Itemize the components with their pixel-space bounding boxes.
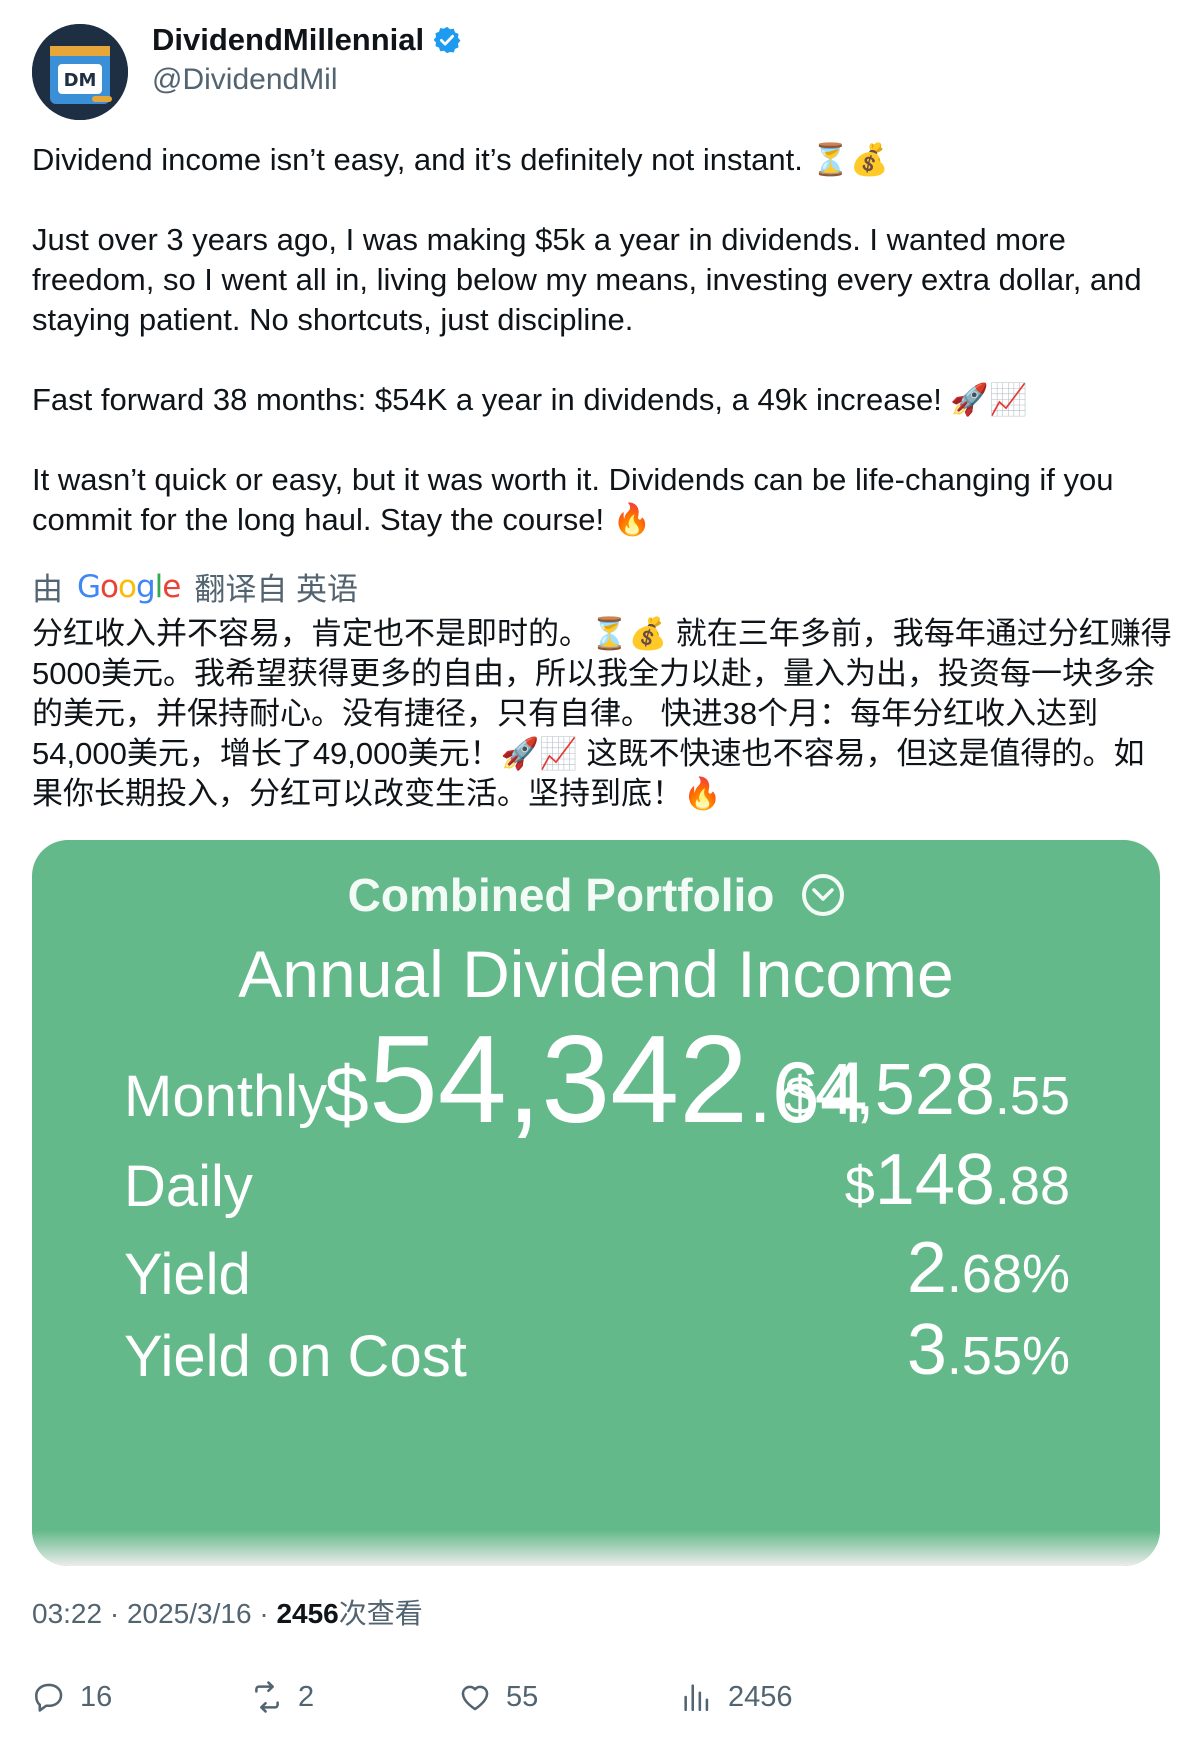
meta-separator: ·: [251, 1598, 277, 1629]
translated-text: 分红收入并不容易，肯定也不是即时的。⏳💰 就在三年多前，我每年通过分红赚得500…: [32, 616, 1172, 811]
reply-button[interactable]: 16: [32, 1680, 112, 1714]
media-bottom-edge: [32, 1530, 1160, 1566]
tweet-time[interactable]: 03:22: [32, 1598, 102, 1629]
views-button[interactable]: 2456: [680, 1680, 793, 1714]
verified-badge-icon: [433, 26, 461, 54]
like-button[interactable]: 55: [458, 1680, 538, 1714]
author-name-row[interactable]: DividendMillennial: [152, 22, 462, 58]
stat-label: Monthly: [124, 1064, 328, 1129]
translation-attribution: 由 Google 翻译自 英语: [32, 564, 358, 609]
repost-icon: [255, 1681, 279, 1713]
repost-count: 2: [298, 1680, 315, 1713]
like-count: 55: [506, 1680, 539, 1713]
chevron-down-icon: [802, 874, 845, 916]
google-logo[interactable]: Google: [77, 569, 181, 605]
avatar-logo-icon: DM: [32, 24, 128, 120]
card-title: Combined Portfolio: [347, 869, 775, 921]
reply-icon: [34, 1683, 63, 1712]
bar-chart-icon: [684, 1684, 709, 1712]
stat-value: 3.55%: [906, 1310, 1070, 1390]
meta-separator: ·: [102, 1598, 127, 1629]
svg-text:DM: DM: [64, 70, 97, 91]
avatar[interactable]: DM: [32, 24, 128, 120]
action-bar: 16 2 55 2456: [32, 1680, 1172, 1724]
stat-row-yield-on-cost: Yield on Cost 3.55%: [124, 1306, 1070, 1386]
stat-row-monthly: Monthly $4,528.55: [124, 1046, 1070, 1126]
stat-value: $148.88: [844, 1140, 1070, 1220]
display-name[interactable]: DividendMillennial: [152, 22, 424, 58]
stat-row-daily: Daily $148.88: [124, 1136, 1070, 1216]
translation-suffix: 翻译自 英语: [194, 572, 358, 607]
repost-button[interactable]: 2: [250, 1680, 314, 1714]
card-subtitle: Annual Dividend Income: [238, 937, 954, 1011]
stat-row-yield: Yield 2.68%: [124, 1224, 1070, 1304]
tweet-text: Dividend income isn’t easy, and it’s def…: [32, 142, 1142, 537]
author-handle[interactable]: @DividendMil: [152, 63, 338, 97]
tweet-media-image[interactable]: Combined Portfolio Annual Dividend Incom…: [32, 840, 1160, 1566]
portfolio-selector: Combined Portfolio: [32, 868, 1160, 922]
translation-prefix: 由: [32, 572, 63, 607]
views-count: 2456: [728, 1680, 793, 1713]
stat-label: Yield on Cost: [124, 1324, 467, 1389]
stat-value: 2.68%: [906, 1228, 1070, 1308]
reply-count: 16: [80, 1680, 113, 1713]
tweet-date[interactable]: 2025/3/16: [127, 1598, 252, 1629]
stat-value: $4,528.55: [784, 1050, 1070, 1130]
view-count: 2456: [276, 1598, 339, 1629]
stat-label: Yield: [124, 1242, 251, 1307]
view-count-label: 次查看: [338, 1598, 423, 1629]
tweet-meta: 03:22 · 2025/3/16 · 2456次查看: [32, 1592, 423, 1632]
heart-icon: [461, 1685, 489, 1711]
stat-label: Daily: [124, 1154, 253, 1219]
